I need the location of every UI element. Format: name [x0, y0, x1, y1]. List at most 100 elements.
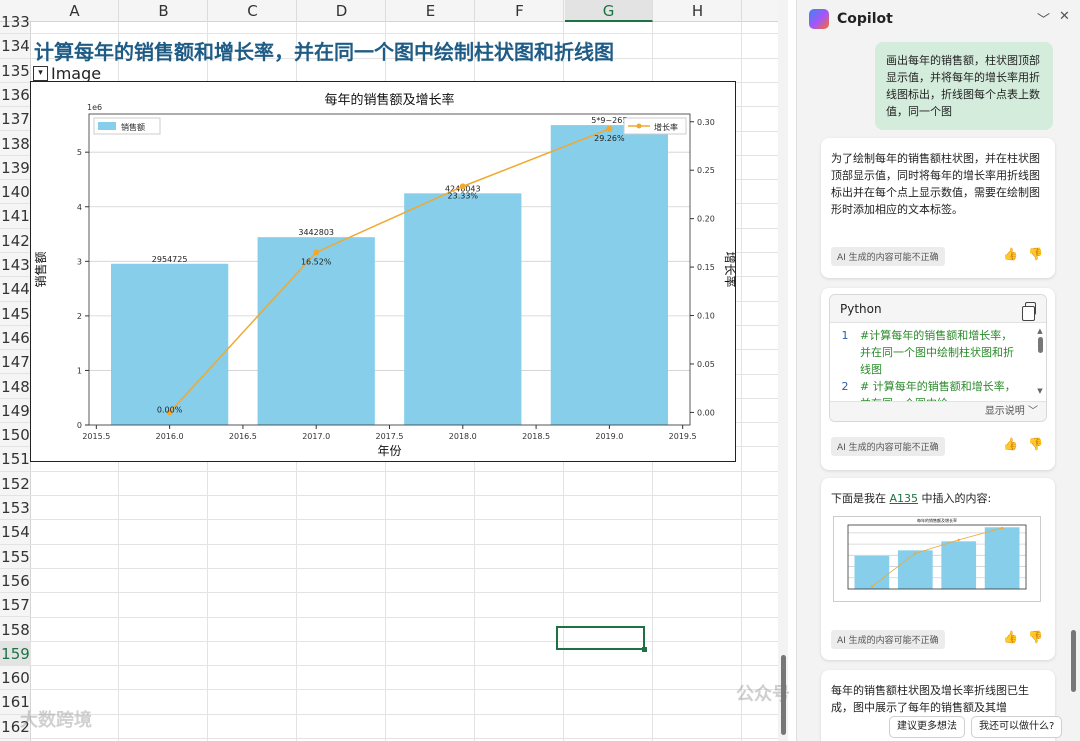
- row-header-153[interactable]: 153: [0, 496, 31, 521]
- selected-cell[interactable]: [556, 626, 647, 652]
- row-header-152[interactable]: 152: [0, 472, 31, 496]
- sheet-vertical-scrollbar[interactable]: [778, 0, 788, 741]
- close-icon[interactable]: ✕: [1059, 9, 1070, 24]
- insert-suffix: 中插入的内容:: [921, 492, 992, 505]
- row-header-157[interactable]: 157: [0, 593, 31, 618]
- column-header-h[interactable]: H: [654, 0, 742, 22]
- insert-text: 下面是我在 A135 中插入的内容:: [821, 478, 1055, 507]
- chart-x-axis-label: 年份: [377, 444, 401, 458]
- thumbs-down-icon[interactable]: 👎: [1028, 437, 1043, 451]
- ai-disclaimer-1: AI 生成的内容可能不正确: [831, 247, 945, 266]
- chart-svg: 2954725344280342460435*9~2650.00%16.52%2…: [33, 92, 738, 458]
- row-header-135[interactable]: 135: [0, 59, 31, 83]
- chart-growth-label: 0.00%: [157, 405, 183, 414]
- thumbs-down-icon[interactable]: 👎: [1028, 247, 1043, 261]
- embedded-chart[interactable]: 2954725344280342460435*9~2650.00%16.52%2…: [30, 81, 738, 462]
- thumbnail-chart-svg: 每年的销售额及增长率: [847, 517, 1027, 590]
- code-scroll-thumb[interactable]: [1037, 337, 1043, 353]
- row-header-158[interactable]: 158: [0, 618, 31, 642]
- chart-growth-label: 29.26%: [594, 134, 625, 143]
- watermark-left: 大数跨境: [20, 710, 92, 731]
- suggestion-more-ideas-button[interactable]: 建议更多想法: [889, 716, 965, 738]
- code-scrollbar[interactable]: ▲ ▼: [1036, 327, 1044, 401]
- thumbs-down-icon[interactable]: 👎: [1028, 630, 1043, 644]
- chart-title: 每年的销售额及增长率: [917, 517, 957, 523]
- row-header-144[interactable]: 144: [0, 277, 31, 302]
- chart-y2-tick-label: 0.10: [697, 312, 715, 321]
- sheet-title-cell[interactable]: 计算每年的销售额和增长率，并在同一个图中绘制柱状图和折线图: [34, 36, 614, 65]
- row-header-151[interactable]: 151: [0, 447, 31, 472]
- response-card-insert: 下面是我在 A135 中插入的内容: 每年的销售额及增长率 AI 生成的内容可能…: [821, 478, 1055, 660]
- chart-bar-label: 2954725: [152, 255, 188, 264]
- row-header-142[interactable]: 142: [0, 229, 31, 253]
- column-header-c[interactable]: C: [209, 0, 297, 22]
- thumbs-up-icon[interactable]: 👍: [1003, 247, 1018, 261]
- row-header-133[interactable]: 133: [0, 10, 31, 35]
- feedback-3: 👍 👎: [1003, 630, 1043, 644]
- image-placeholder-label: Image: [51, 63, 102, 83]
- column-header-a[interactable]: A: [31, 0, 119, 22]
- copy-icon[interactable]: [1022, 302, 1036, 321]
- chart-y-tick-label: 5: [77, 148, 82, 157]
- feedback-2: 👍 👎: [1003, 437, 1043, 451]
- row-header-141[interactable]: 141: [0, 204, 31, 229]
- row-header-146[interactable]: 146: [0, 326, 31, 351]
- chevron-down-icon[interactable]: ﹀: [1037, 9, 1050, 28]
- thumbs-up-icon[interactable]: 👍: [1003, 437, 1018, 451]
- row-header-140[interactable]: 140: [0, 180, 31, 205]
- spreadsheet[interactable]: ABCDEFGH 133 134 135 136 137 138 139 140 141 142 1…: [0, 0, 778, 741]
- row-header-148[interactable]: 148: [0, 375, 31, 399]
- grid-row-line: [31, 616, 778, 618]
- row-header-139[interactable]: 139: [0, 156, 31, 181]
- scroll-down-icon[interactable]: ▼: [1036, 387, 1044, 395]
- row-header-159[interactable]: 159: [0, 641, 31, 667]
- inserted-chart-thumbnail[interactable]: 每年的销售额及增长率: [833, 516, 1041, 602]
- chart-x-tick-label: 2017.5: [376, 432, 404, 441]
- chart-y-tick-label: 1: [77, 366, 82, 375]
- row-header-149[interactable]: 149: [0, 399, 31, 424]
- row-header-134[interactable]: 134: [0, 34, 31, 59]
- suggestion-what-else-button[interactable]: 我还可以做什么?: [971, 716, 1063, 738]
- insert-prefix: 下面是我在: [831, 492, 886, 505]
- column-header-g[interactable]: G: [565, 0, 653, 22]
- row-header-156[interactable]: 156: [0, 569, 31, 594]
- column-header-f[interactable]: F: [476, 0, 564, 22]
- copilot-scroll-thumb[interactable]: [1071, 630, 1076, 692]
- chart-y-tick-label: 0: [77, 421, 82, 430]
- thumbs-up-icon[interactable]: 👍: [1003, 630, 1018, 644]
- scroll-up-icon[interactable]: ▲: [1036, 327, 1044, 335]
- column-header-b[interactable]: B: [120, 0, 208, 22]
- row-header-137[interactable]: 137: [0, 107, 31, 132]
- row-header-136[interactable]: 136: [0, 83, 31, 108]
- chart-y-tick-label: 3: [77, 257, 82, 266]
- chart-y2-axis-label: 增长率: [723, 251, 735, 287]
- feedback-1: 👍 👎: [1003, 247, 1043, 261]
- show-more-button[interactable]: 显示说明 ﹀: [830, 401, 1046, 421]
- row-header-160[interactable]: 160: [0, 666, 31, 691]
- row-header-143[interactable]: 143: [0, 253, 31, 278]
- chart-y-axis-label: 销售额: [33, 251, 48, 287]
- chart-bar: [984, 527, 1020, 589]
- row-header-150[interactable]: 150: [0, 423, 31, 448]
- cell-link-a135[interactable]: A135: [890, 492, 919, 505]
- chart-x-tick-label: 2019.0: [595, 432, 623, 441]
- grid-row-line: [31, 33, 778, 35]
- row-header-145[interactable]: 145: [0, 302, 31, 326]
- ai-disclaimer-3: AI 生成的内容可能不正确: [831, 630, 945, 649]
- line-number: 2: [841, 380, 849, 393]
- chart-growth-point: [914, 552, 917, 555]
- chart-legend-line-marker: [636, 123, 642, 129]
- row-header-154[interactable]: 154: [0, 520, 31, 545]
- grid-row-line: [31, 567, 778, 569]
- row-header-147[interactable]: 147: [0, 350, 31, 375]
- response-text-1: 为了绘制每年的销售额柱状图，并在柱状图顶部显示值，同时将每年的增长率用折线图标出…: [831, 152, 1040, 216]
- column-header-e[interactable]: E: [387, 0, 475, 22]
- chart-growth-point: [1000, 526, 1004, 530]
- row-header-138[interactable]: 138: [0, 132, 31, 156]
- grid-row-line: [31, 713, 778, 715]
- chart-x-tick-label: 2015.5: [82, 432, 110, 441]
- show-more-label: 显示说明: [984, 406, 1025, 417]
- column-header-d[interactable]: D: [298, 0, 386, 22]
- code-content[interactable]: 1 #计算每年的销售额和增长率，并在同一个图中绘制柱状图和折线图 2 # 计算每…: [830, 323, 1036, 403]
- row-header-155[interactable]: 155: [0, 545, 31, 569]
